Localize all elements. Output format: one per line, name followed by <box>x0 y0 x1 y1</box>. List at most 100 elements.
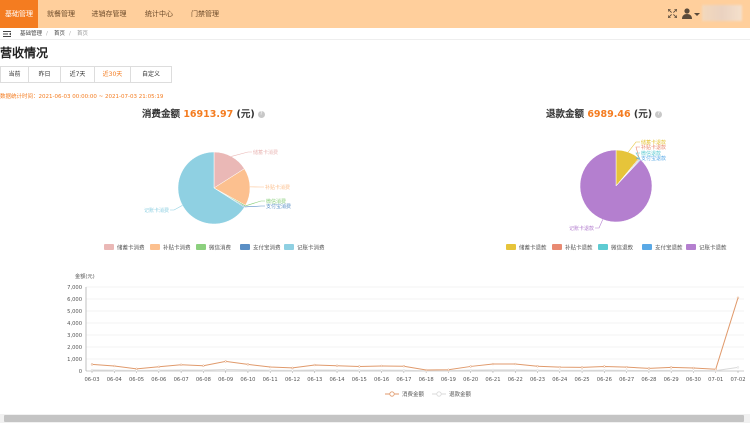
legend-item: 支付宝消费 <box>253 244 281 252</box>
consume-amount: 16913.97 <box>183 109 234 120</box>
y-tick-label: 0 <box>79 369 82 375</box>
legend-swatch <box>196 244 206 250</box>
series-point <box>224 360 227 363</box>
series-point <box>269 365 272 369</box>
consume-help-icon[interactable]: ? <box>257 111 265 118</box>
x-tick-label: 06-04 <box>107 377 123 383</box>
scrollbar-thumb[interactable] <box>4 415 744 422</box>
x-tick-label: 06-19 <box>441 377 456 383</box>
series-point <box>692 369 695 372</box>
legend-swatch <box>240 244 250 250</box>
series-point <box>202 364 205 367</box>
revenue-trend-chart: 0 1,000 2,000 3,000 4,000 5,000 6,000 7,000 金额(元… <box>67 272 745 398</box>
y-tick-label: 3,000 <box>67 333 82 339</box>
pie-label: 支付宝消费 <box>266 203 291 210</box>
date-tab-current[interactable]: 当前 <box>1 67 29 82</box>
x-tick-label: 06-09 <box>218 377 233 383</box>
series-point <box>469 369 472 372</box>
user-dropdown-caret-icon[interactable] <box>694 13 700 16</box>
y-axis-label: 金额(元) <box>75 272 95 280</box>
legend-item: 微信消费 <box>209 244 232 252</box>
x-tick-label: 06-03 <box>84 377 99 383</box>
refund-help-icon[interactable]: ? <box>655 111 663 118</box>
nav-tab-dining[interactable]: 就餐管理 <box>40 0 82 28</box>
x-tick-label: 06-28 <box>641 377 656 383</box>
series-point <box>113 364 116 368</box>
series-point <box>536 369 539 372</box>
breadcrumb-item-home[interactable]: 首页 <box>54 29 65 39</box>
legend-item: 记账卡消费 <box>297 244 325 252</box>
top-nav: 基础管理 就餐管理 进销存管理 统计中心 门禁管理 <box>0 0 750 28</box>
pie-label: 补贴卡退款 <box>641 144 666 151</box>
user-name-blurred[interactable] <box>702 5 742 21</box>
legend-item: 记账卡退款 <box>699 244 727 252</box>
nav-tab-inventory[interactable]: 进销存管理 <box>84 0 134 28</box>
series-point <box>202 369 205 372</box>
fullscreen-icon[interactable] <box>668 9 677 18</box>
x-tick-label: 06-27 <box>619 377 634 383</box>
x-tick-label: 06-07 <box>174 377 189 383</box>
refund-pie-chart: 储蓄卡退款补贴卡退款微信退款支付宝退款记账卡退款储蓄卡退款 补贴卡退款 微信退款 支付… <box>506 139 727 252</box>
series-point <box>313 368 316 372</box>
x-tick-label: 06-10 <box>240 377 255 383</box>
x-tick-label: 06-22 <box>508 377 523 383</box>
series-point <box>736 296 740 299</box>
legend-item: 储蓄卡退款 <box>519 244 547 252</box>
series-point <box>358 365 361 368</box>
nav-tab-basic[interactable]: 基础管理 <box>0 0 38 28</box>
series-point <box>157 369 160 372</box>
date-tab-yesterday[interactable]: 昨日 <box>29 67 61 82</box>
series-point <box>291 369 294 372</box>
legend-item: 补贴卡消费 <box>163 244 191 252</box>
pie-label-line <box>245 200 265 207</box>
date-range-tabs: 当前 昨日 近7天 近30天 自定义 <box>0 66 172 83</box>
series-point <box>558 369 561 372</box>
x-tick-label: 06-29 <box>664 377 679 383</box>
series-point <box>246 363 250 366</box>
x-tick-label: 06-13 <box>307 377 322 383</box>
legend-swatch <box>686 244 696 250</box>
date-tab-7days[interactable]: 近7天 <box>61 67 95 82</box>
series-point <box>402 369 406 372</box>
series-point <box>625 366 628 369</box>
series-point <box>90 368 94 372</box>
series-point <box>179 368 183 372</box>
legend-marker <box>389 391 395 397</box>
series-point <box>335 364 339 367</box>
x-tick-label: 06-30 <box>686 377 701 383</box>
breadcrumb-item-current: 首页 <box>77 31 89 37</box>
nav-tab-statistics[interactable]: 统计中心 <box>138 0 180 28</box>
y-tick-label: 5,000 <box>67 309 82 315</box>
series-point <box>335 369 339 372</box>
series-point <box>514 368 517 372</box>
pie-label-line <box>231 151 252 157</box>
series-point <box>313 363 316 367</box>
pie-label: 记账卡消费 <box>144 207 169 214</box>
consume-title: 消费金额 16913.97 (元)? <box>142 106 265 120</box>
menu-toggle-icon[interactable] <box>3 31 11 37</box>
nav-tab-access[interactable]: 门禁管理 <box>184 0 226 28</box>
horizontal-scrollbar[interactable] <box>0 414 750 423</box>
series-point <box>647 369 651 372</box>
pie-label-line <box>170 205 183 211</box>
pie-label: 补贴卡消费 <box>265 184 290 191</box>
x-tick-label: 06-26 <box>597 377 612 383</box>
stat-time: 数据统计时间：2021-06-03 00:00:00 ~ 2021-07-03 … <box>0 94 164 100</box>
series-point <box>603 365 606 368</box>
pie-slice-4 <box>579 149 653 223</box>
series-point <box>224 368 227 371</box>
breadcrumb-item-basic[interactable]: 基础管理 <box>20 29 42 39</box>
x-tick-label: 06-25 <box>575 377 590 383</box>
series-point <box>580 369 584 372</box>
series-point <box>113 369 116 372</box>
date-tab-30days[interactable]: 近30天 <box>95 67 131 82</box>
y-tick-label: 2,000 <box>67 345 82 351</box>
x-tick-label: 06-05 <box>129 377 144 383</box>
refund-amount: 6989.46 <box>587 109 631 120</box>
date-tab-custom[interactable]: 自定义 <box>131 67 171 82</box>
series-point <box>380 369 383 372</box>
series-point <box>558 366 561 369</box>
breadcrumb-separator: / <box>46 31 48 37</box>
user-icon[interactable] <box>682 8 692 19</box>
series-point <box>536 365 539 368</box>
